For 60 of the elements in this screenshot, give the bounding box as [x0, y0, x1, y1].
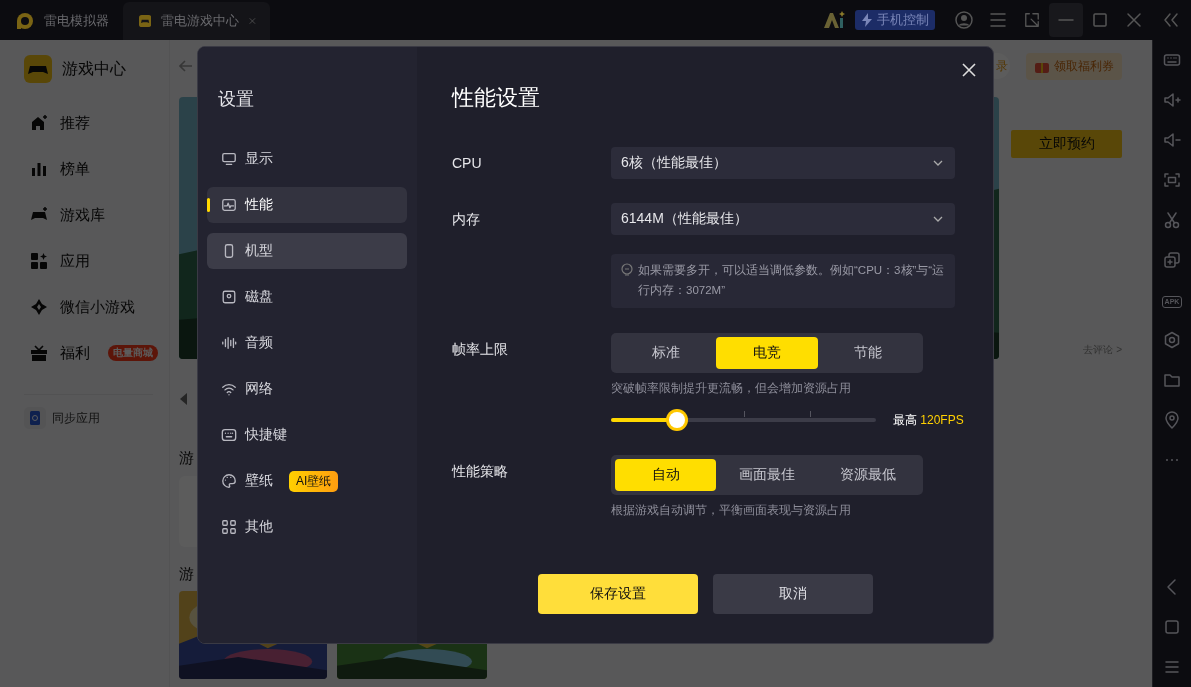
- sound-wave-icon: [221, 335, 237, 351]
- slider-value: 最高 120FPS: [893, 411, 964, 429]
- bar-chart-icon: [30, 160, 48, 178]
- cancel-button[interactable]: 取消: [713, 574, 873, 614]
- dropdown[interactable]: 6144M（性能最佳）: [611, 203, 955, 235]
- segment-option[interactable]: 标准: [615, 337, 717, 369]
- window-tab[interactable]: 雷电游戏中心: [123, 2, 270, 40]
- settings-nav-item[interactable]: 音频: [207, 325, 407, 361]
- wifi-icon: [221, 381, 237, 397]
- section-title: 游: [179, 449, 195, 468]
- settings-nav-item[interactable]: 快捷键: [207, 417, 407, 453]
- segment-option[interactable]: 资源最低: [817, 459, 919, 491]
- chevron-down-icon: [933, 216, 943, 222]
- settings-nav-item[interactable]: 显示: [207, 141, 407, 177]
- field-label: 内存: [452, 210, 481, 229]
- hint-box: 如果需要多开，可以适当调低参数。例如“CPU：3核”与“运行内存：3072M”: [611, 254, 955, 308]
- dropdown[interactable]: 6核（性能最佳）: [611, 147, 955, 179]
- app-grid-icon: [30, 252, 48, 270]
- segment-option[interactable]: 节能: [817, 337, 919, 369]
- chevron-down-icon: [933, 160, 943, 166]
- settings-nav-item[interactable]: 壁纸 AI壁纸: [207, 463, 407, 499]
- gift-icon: [30, 344, 48, 362]
- lightning-icon: [861, 13, 873, 27]
- badge: AI壁纸: [289, 470, 339, 492]
- settings-nav-item[interactable]: 其他: [207, 509, 407, 545]
- settings-nav-item[interactable]: 性能: [207, 187, 407, 223]
- lightbulb-icon: [621, 263, 633, 277]
- grid-icon: [221, 519, 237, 535]
- settings-nav-item[interactable]: 磁盘: [207, 279, 407, 315]
- back-arrow-icon[interactable]: [179, 59, 193, 73]
- field-label: 性能策略: [452, 462, 509, 481]
- settings-title: 设置: [218, 88, 255, 111]
- ai-icon[interactable]: [823, 11, 847, 29]
- field-label: CPU: [452, 154, 483, 173]
- gamepad-logo-icon: [139, 12, 152, 30]
- app-title: 游戏中心: [62, 58, 126, 79]
- palette-icon: [221, 473, 237, 489]
- badge: 电量商城: [108, 345, 158, 361]
- phone-sync-icon: [30, 411, 40, 425]
- phone-control-button[interactable]: 手机控制: [855, 10, 935, 30]
- home-icon: [30, 114, 48, 132]
- segment-option[interactable]: 电竞: [716, 337, 818, 369]
- settings-nav-item[interactable]: 机型: [207, 233, 407, 269]
- description-text: 突破帧率限制提升更流畅，但会增加资源占用: [611, 380, 852, 397]
- star-diamond-icon: [30, 298, 48, 316]
- segment-option[interactable]: 自动: [615, 459, 717, 491]
- window-tab[interactable]: 雷电模拟器: [0, 2, 123, 40]
- save-button[interactable]: 保存设置: [538, 574, 698, 614]
- settings-nav-item[interactable]: 网络: [207, 371, 407, 407]
- pulse-icon: [221, 197, 237, 213]
- minimize-icon[interactable]: [1049, 3, 1083, 37]
- carousel-prev-icon[interactable]: [180, 393, 188, 405]
- description-text: 根据游戏自动调节，平衡画面表现与资源占用: [611, 502, 852, 519]
- section-title: 游: [179, 565, 195, 584]
- gamepad-logo-icon: [24, 55, 52, 83]
- monitor-icon: [221, 151, 237, 167]
- keyboard-icon: [221, 427, 237, 443]
- segment-option[interactable]: 画面最佳: [716, 459, 818, 491]
- section-heading: 性能设置: [452, 84, 541, 112]
- field-label: 帧率上限: [452, 340, 509, 359]
